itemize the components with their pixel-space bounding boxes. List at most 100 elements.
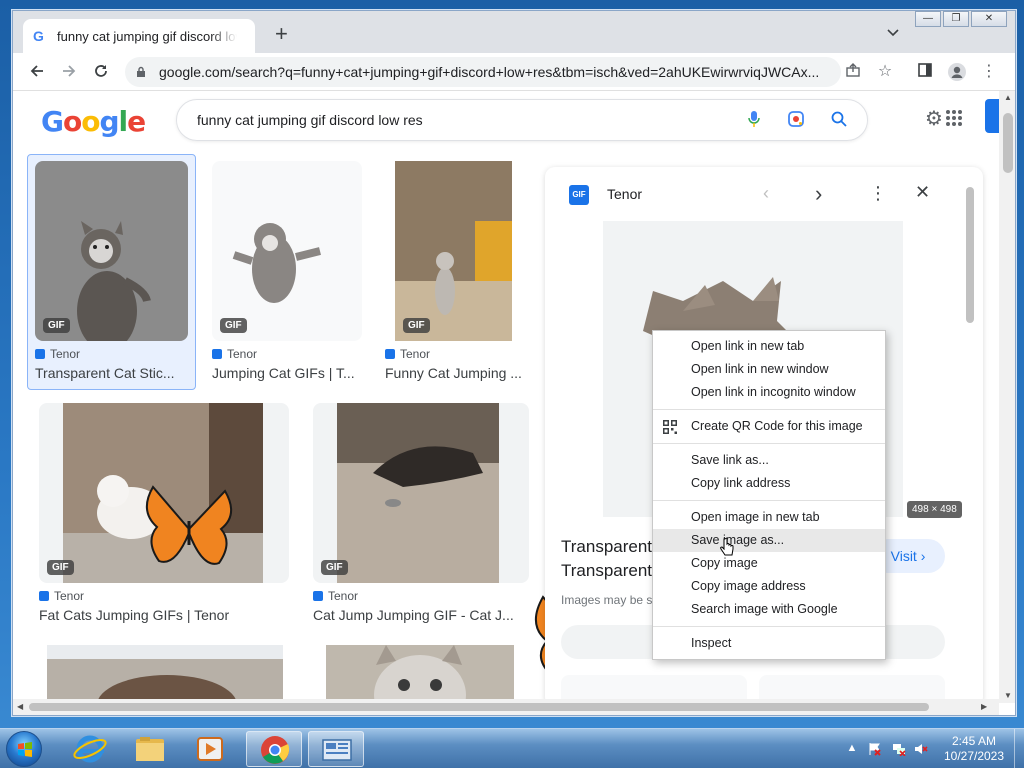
logo-letter: g <box>99 105 119 138</box>
next-arrow-icon[interactable]: › <box>815 181 822 207</box>
restore-button[interactable]: ❐ <box>943 11 969 27</box>
result-source[interactable]: Tenor <box>385 347 430 361</box>
menu-item-open-link-incognito[interactable]: Open link in incognito window <box>653 381 885 404</box>
volume-muted-icon[interactable] <box>914 742 928 756</box>
taskbar-file-explorer-icon[interactable] <box>122 731 178 767</box>
menu-item-open-image-new-tab[interactable]: Open image in new tab <box>653 506 885 529</box>
taskbar-internet-explorer-icon[interactable] <box>62 731 118 767</box>
result-source[interactable]: Tenor <box>39 589 84 603</box>
tenor-favicon-icon: GIF <box>569 185 589 205</box>
tenor-favicon-icon <box>212 349 222 359</box>
result-thumbnail[interactable]: GIF <box>212 161 362 341</box>
menu-item-create-qr-code[interactable]: Create QR Code for this image <box>653 415 885 438</box>
panel-license-note: Images may be s <box>561 593 653 607</box>
profile-avatar-icon[interactable] <box>947 62 967 82</box>
logo-letter: o <box>62 105 82 138</box>
scroll-up-arrow-icon[interactable]: ▲ <box>1004 93 1012 102</box>
search-box[interactable]: funny cat jumping gif discord low res <box>176 99 868 141</box>
result-source[interactable]: Tenor <box>212 347 257 361</box>
result-source[interactable]: Tenor <box>35 347 80 361</box>
tenor-favicon-icon <box>385 349 395 359</box>
result-title[interactable]: Jumping Cat GIFs | T... <box>212 365 355 381</box>
show-desktop-button[interactable] <box>1014 729 1024 768</box>
result-thumbnail[interactable]: GIF <box>395 161 512 341</box>
back-arrow-icon[interactable] <box>27 62 47 82</box>
result-source[interactable]: Tenor <box>313 589 358 603</box>
panel-scroll-thumb[interactable] <box>966 187 974 323</box>
close-panel-icon[interactable]: ✕ <box>915 182 930 203</box>
show-hidden-icons-icon[interactable]: ▲ <box>845 742 859 756</box>
logo-letter: o <box>81 105 100 138</box>
start-button[interactable] <box>6 731 42 767</box>
tenor-favicon-icon <box>39 591 49 601</box>
menu-item-open-link-new-window[interactable]: Open link in new window <box>653 358 885 381</box>
menu-item-copy-link-address[interactable]: Copy link address <box>653 472 885 495</box>
menu-item-open-link-new-tab[interactable]: Open link in new tab <box>653 335 885 358</box>
result-title[interactable]: Cat Jump Jumping GIF - Cat J... <box>313 607 514 623</box>
lens-camera-icon[interactable] <box>787 110 805 131</box>
vertical-scrollbar[interactable]: ▲ ▼ <box>999 91 1015 703</box>
scroll-left-arrow-icon[interactable]: ◀ <box>17 702 23 711</box>
close-window-button[interactable]: ✕ <box>971 11 1007 27</box>
search-query[interactable]: funny cat jumping gif discord low res <box>197 112 747 128</box>
sign-in-button[interactable] <box>985 99 999 133</box>
action-center-flag-icon[interactable] <box>868 742 882 756</box>
bookmark-star-icon[interactable]: ☆ <box>875 62 895 82</box>
apps-grid-icon[interactable] <box>945 109 963 127</box>
horizontal-scroll-thumb[interactable] <box>29 703 929 711</box>
address-bar[interactable]: google.com/search?q=funny+cat+jumping+gi… <box>125 57 841 87</box>
menu-separator <box>653 500 885 501</box>
forward-arrow-icon[interactable] <box>59 62 79 82</box>
network-icon[interactable] <box>892 742 906 757</box>
reload-icon[interactable] <box>91 62 111 82</box>
microphone-icon[interactable] <box>747 110 761 131</box>
result-thumbnail[interactable]: GIF <box>35 161 188 341</box>
google-logo[interactable]: Google <box>41 105 146 138</box>
minimize-button[interactable]: — <box>915 11 941 27</box>
panel-scrollbar[interactable] <box>965 183 975 703</box>
horizontal-scrollbar[interactable]: ◀ ▶ <box>13 699 999 715</box>
scroll-right-arrow-icon[interactable]: ▶ <box>981 702 987 711</box>
result-title[interactable]: Fat Cats Jumping GIFs | Tenor <box>39 607 229 623</box>
settings-gear-icon[interactable]: ⚙ <box>925 106 943 131</box>
system-clock[interactable]: 2:45 AM 10/27/2023 <box>938 734 1010 764</box>
result-thumbnail[interactable]: GIF <box>313 403 529 583</box>
menu-item-copy-image-address[interactable]: Copy image address <box>653 575 885 598</box>
vertical-scroll-thumb[interactable] <box>1003 113 1013 173</box>
image-result[interactable] <box>47 645 283 703</box>
source-label: Tenor <box>328 589 359 603</box>
side-panel-icon[interactable] <box>915 62 935 82</box>
url-text: google.com/search?q=funny+cat+jumping+gi… <box>159 64 819 80</box>
context-menu: Open link in new tab Open link in new wi… <box>652 330 886 660</box>
previous-arrow-icon[interactable]: ‹ <box>763 183 769 204</box>
mouse-cursor-hand-icon <box>720 538 734 556</box>
result-title[interactable]: Funny Cat Jumping ... <box>385 365 522 381</box>
tenor-favicon-icon <box>35 349 45 359</box>
gif-badge: GIF <box>403 318 430 333</box>
panel-site-name[interactable]: Tenor <box>607 186 642 202</box>
tab-search-chevron-icon[interactable] <box>887 26 899 40</box>
menu-separator <box>653 443 885 444</box>
menu-item-copy-image[interactable]: Copy image <box>653 552 885 575</box>
menu-item-inspect[interactable]: Inspect <box>653 632 885 655</box>
menu-kebab-icon[interactable]: ⋮ <box>979 62 999 82</box>
taskbar-remote-app-icon[interactable] <box>308 731 364 767</box>
menu-item-save-link-as[interactable]: Save link as... <box>653 449 885 472</box>
new-tab-button[interactable]: + <box>275 23 288 45</box>
taskbar-chrome-icon[interactable] <box>246 731 302 767</box>
scroll-down-arrow-icon[interactable]: ▼ <box>1004 691 1012 700</box>
menu-item-search-image-google[interactable]: Search image with Google <box>653 598 885 621</box>
taskbar-media-player-icon[interactable] <box>182 731 238 767</box>
result-title[interactable]: Transparent Cat Stic... <box>35 365 175 381</box>
search-icon[interactable] <box>831 111 847 130</box>
windows-logo-icon <box>18 742 32 757</box>
tab-title: funny cat jumping gif discord low res <box>57 28 237 44</box>
logo-letter: G <box>41 105 64 138</box>
tab-active[interactable]: G funny cat jumping gif discord low res <box>23 19 255 53</box>
share-icon[interactable] <box>843 62 863 82</box>
source-label: Tenor <box>400 347 431 361</box>
menu-item-save-image-as[interactable]: Save image as... <box>653 529 885 552</box>
dimensions-badge: 498 × 498 <box>907 501 962 518</box>
image-result[interactable] <box>326 645 514 703</box>
more-options-icon[interactable]: ⋮ <box>869 183 887 204</box>
